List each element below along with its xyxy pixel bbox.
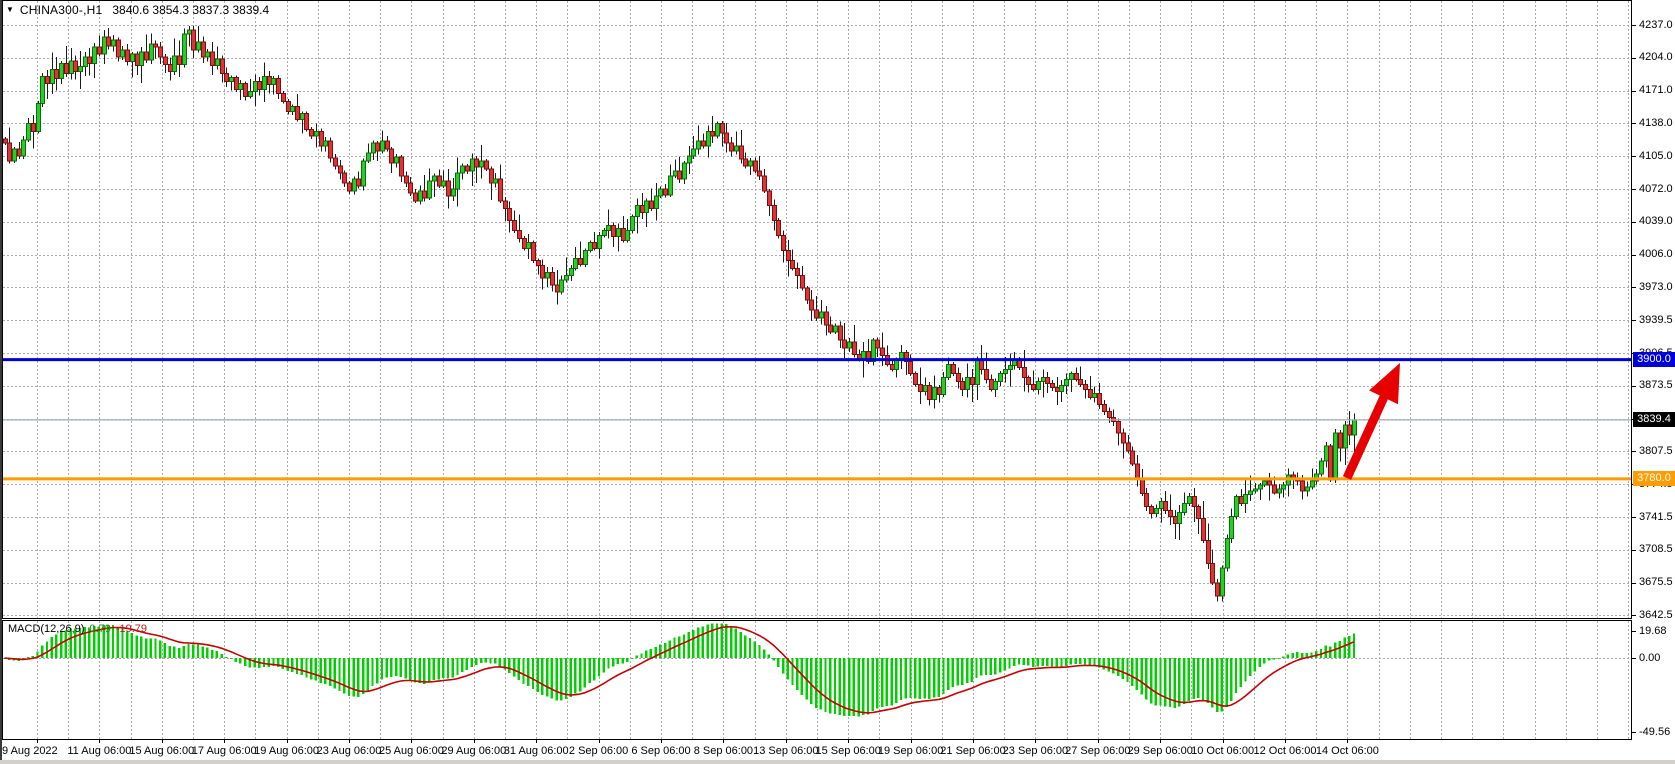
time-axis-label: 19 Aug 06:00: [254, 745, 319, 757]
time-axis-label: 14 Oct 06:00: [1316, 745, 1379, 757]
macd-axis-label: 19.68: [1639, 625, 1667, 637]
price-axis-label: 3741.5: [1639, 511, 1673, 523]
price-tag-support: 3780.0: [1633, 471, 1675, 486]
time-axis-label: 29 Sep 06:00: [1127, 745, 1192, 757]
price-axis-label: 3675.5: [1639, 576, 1673, 588]
price-axis-label: 3642.5: [1639, 609, 1673, 621]
time-axis-label: 12 Oct 06:00: [1254, 745, 1317, 757]
time-axis-label: 25 Aug 06:00: [379, 745, 444, 757]
time-axis-label: 15 Sep 06:00: [815, 745, 880, 757]
macd-signal-value: -19.79: [116, 623, 147, 635]
price-axis-label: 4237.0: [1639, 19, 1673, 31]
price-axis-label: 4105.0: [1639, 150, 1673, 162]
price-axis-label: 3708.5: [1639, 543, 1673, 555]
chart-title-bar: ▼ CHINA300-,H1 3840.6 3854.3 3837.3 3839.4: [6, 3, 269, 17]
macd-axis-label: -49.56: [1639, 726, 1670, 738]
price-axis-label: 4171.0: [1639, 84, 1673, 96]
time-axis-label: 8 Sep 06:00: [694, 745, 753, 757]
window-left-border: [0, 0, 2, 764]
price-axis-label: 3873.5: [1639, 379, 1673, 391]
window-bottom-edge: [0, 760, 1675, 764]
time-axis-label: 31 Aug 06:00: [504, 745, 569, 757]
time-axis-label: 13 Sep 06:00: [753, 745, 818, 757]
price-axis-label: 3939.5: [1639, 314, 1673, 326]
macd-panel-label: MACD(12,26,9) 0.79 -19.79: [8, 623, 147, 635]
macd-indicator-name: MACD(12,26,9): [8, 623, 84, 635]
macd-main-value: 0.79: [89, 623, 110, 635]
time-axis-label: 6 Sep 06:00: [631, 745, 690, 757]
time-axis-label: 19 Sep 06:00: [878, 745, 943, 757]
price-axis-label: 4039.0: [1639, 215, 1673, 227]
time-axis-label: 29 Aug 06:00: [441, 745, 506, 757]
macd-axis-label: 0.00: [1639, 652, 1660, 664]
symbol-dropdown-icon[interactable]: ▼: [6, 5, 14, 14]
price-axis-label: 4138.0: [1639, 117, 1673, 129]
trading-chart-window: ▼ CHINA300-,H1 3840.6 3854.3 3837.3 3839.4…: [0, 0, 1675, 764]
time-axis-label: 2 Sep 06:00: [569, 745, 628, 757]
time-axis-label: 17 Aug 06:00: [192, 745, 257, 757]
time-axis-label: 27 Sep 06:00: [1065, 745, 1130, 757]
ohlc-values: 3840.6 3854.3 3837.3 3839.4: [112, 3, 269, 17]
price-axis-label: 4072.0: [1639, 183, 1673, 195]
price-tag-resistance: 3900.0: [1633, 352, 1675, 367]
time-axis-label: 15 Aug 06:00: [129, 745, 194, 757]
time-axis-label: 23 Sep 06:00: [1003, 745, 1068, 757]
price-axis-label: 4204.0: [1639, 51, 1673, 63]
price-axis-label: 3973.0: [1639, 281, 1673, 293]
time-axis-label: 23 Aug 06:00: [317, 745, 382, 757]
symbol-period-label: CHINA300-,H1: [20, 3, 102, 17]
price-tag-current-price: 3839.4: [1633, 412, 1675, 427]
time-axis-label: 21 Sep 06:00: [940, 745, 1005, 757]
chart-canvas[interactable]: [0, 0, 1675, 764]
time-axis-label: 9 Aug 2022: [2, 745, 58, 757]
time-axis-label: 11 Aug 06:00: [67, 745, 131, 757]
price-axis-label: 3807.5: [1639, 445, 1673, 457]
time-axis-label: 10 Oct 06:00: [1191, 745, 1254, 757]
price-axis-label: 4006.0: [1639, 248, 1673, 260]
